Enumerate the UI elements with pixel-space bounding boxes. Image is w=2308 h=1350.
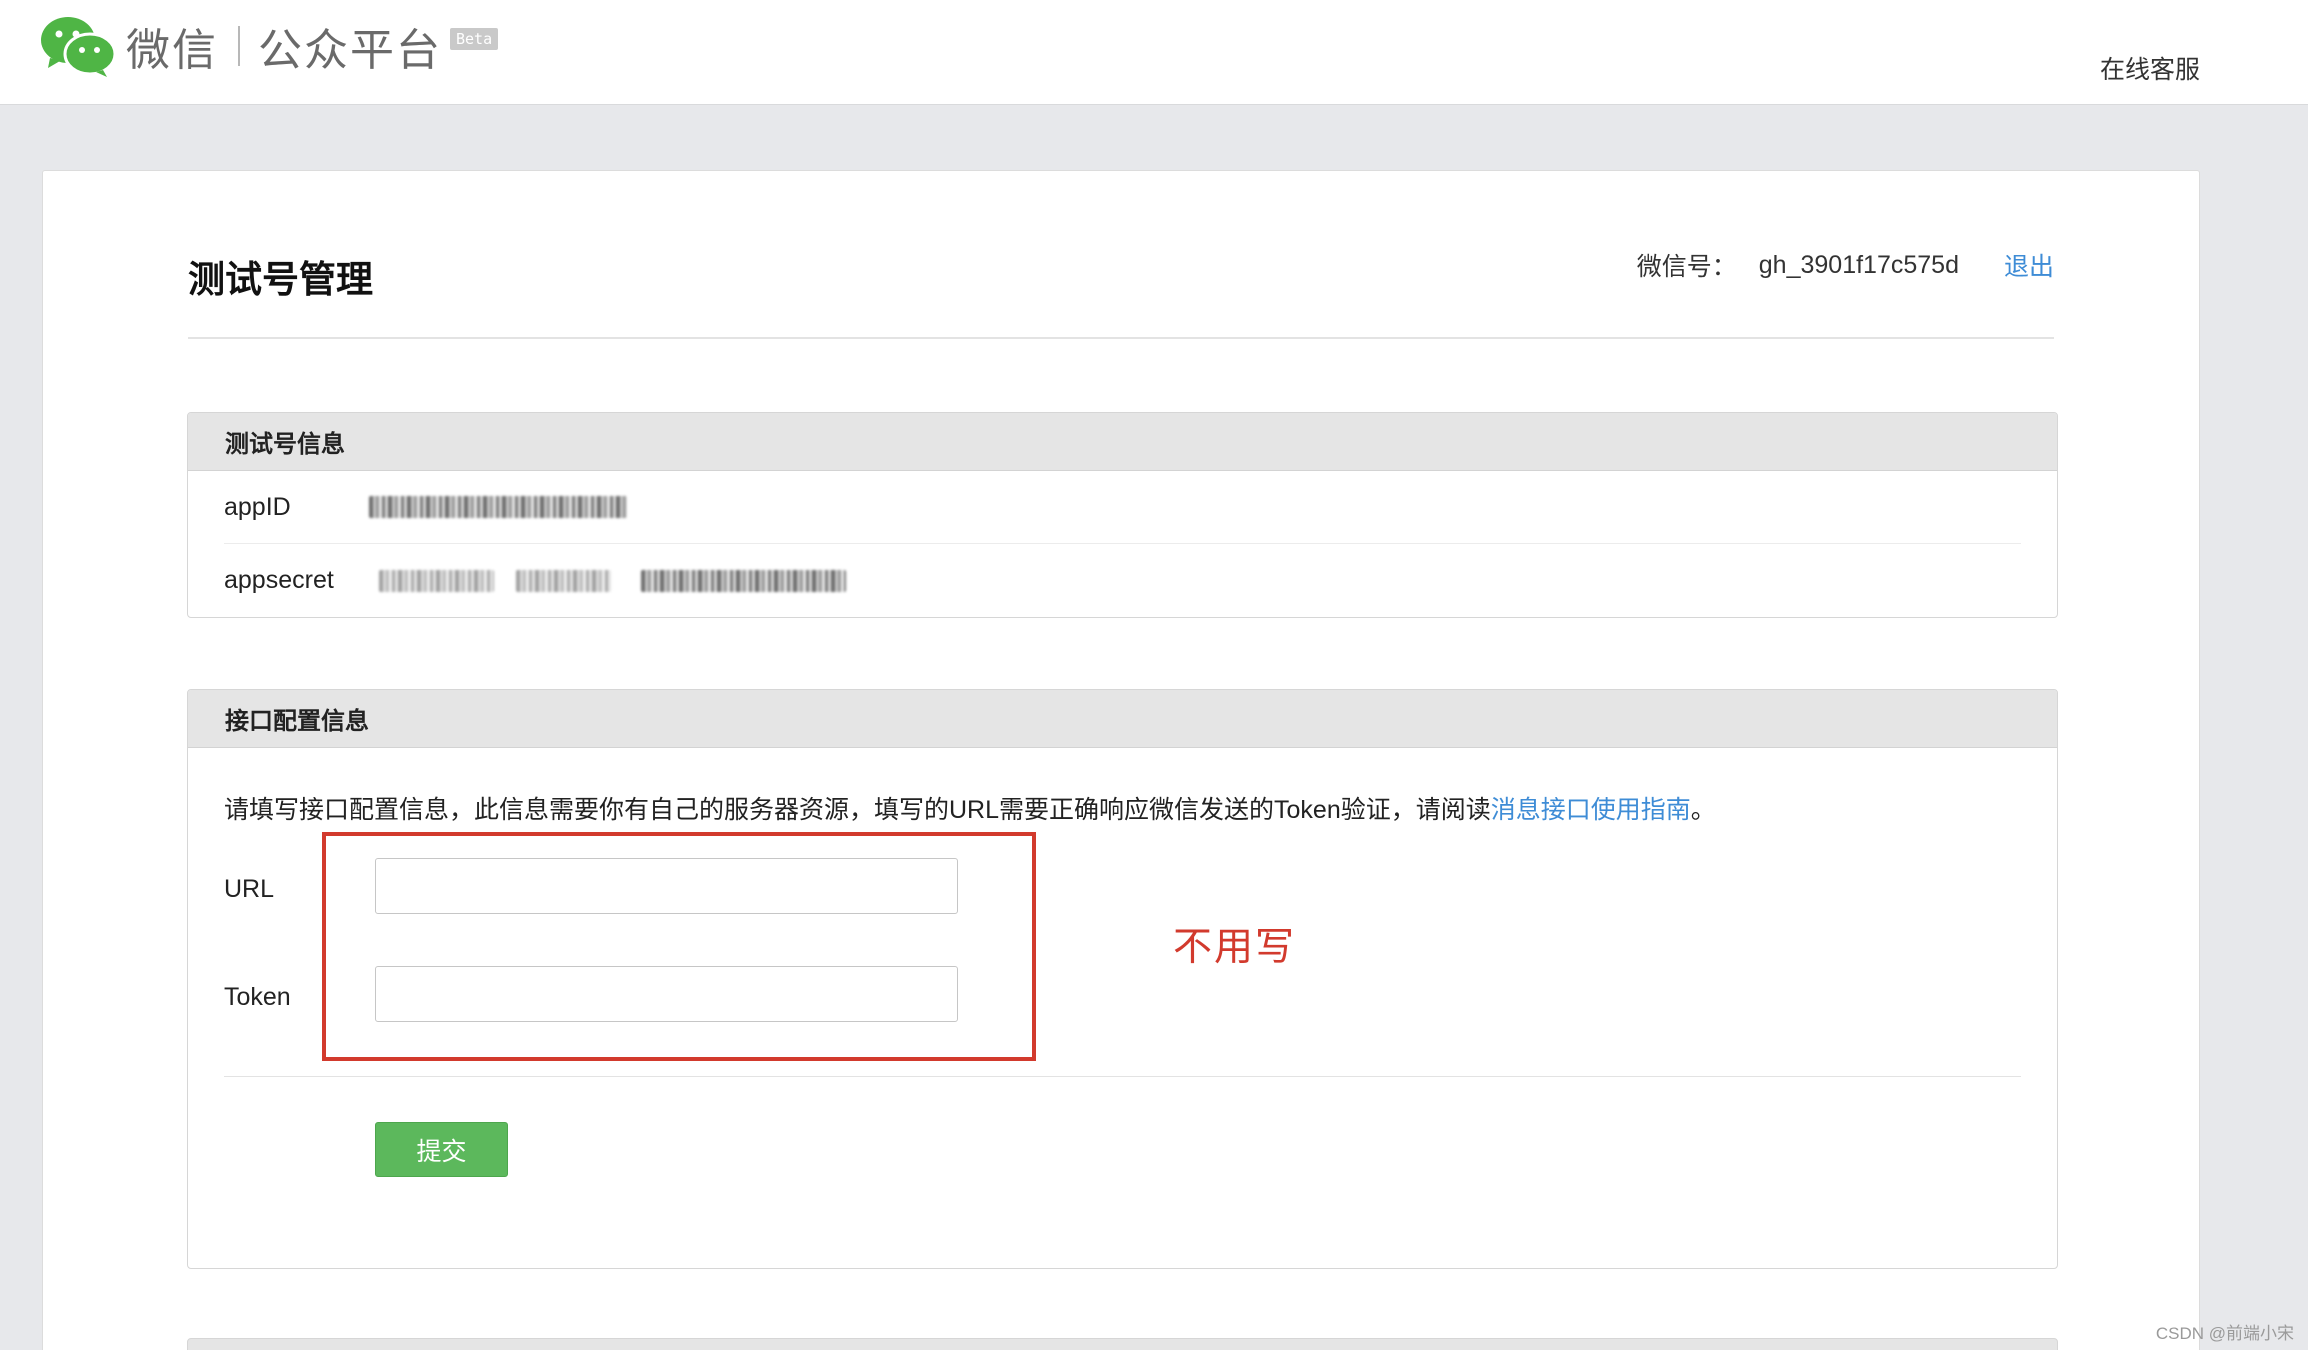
appsecret-value-redacted-1: [379, 569, 494, 592]
page-title: 测试号管理: [188, 259, 373, 300]
title-divider: [188, 337, 2054, 339]
interface-config-panel: 接口配置信息 请填写接口配置信息，此信息需要你有自己的服务器资源，填写的URL需…: [187, 689, 2058, 1269]
main-card: 测试号管理 微信号： gh_3901f17c575d 退出 测试号信息 appI…: [42, 170, 2200, 1350]
annotation-highlight-box: [322, 832, 1036, 1061]
online-service-link[interactable]: 在线客服: [2100, 50, 2200, 86]
message-guide-link[interactable]: 消息接口使用指南: [1491, 796, 1691, 824]
annotation-note: 不用写: [1173, 926, 1297, 969]
url-label: URL: [224, 875, 275, 903]
account-id: gh_3901f17c575d: [1758, 250, 1959, 279]
description-end: 。: [1690, 796, 1716, 824]
appsecret-value-redacted-3: [641, 569, 846, 592]
account-label: 微信号：: [1636, 253, 1737, 281]
test-info-panel: 测试号信息 appID appsecret: [187, 412, 2058, 618]
interface-config-heading: 接口配置信息: [188, 690, 2057, 748]
wechat-logo[interactable]: 微信 公众平台 Beta: [40, 14, 499, 78]
token-label: Token: [224, 983, 291, 1011]
watermark: CSDN @前端小宋: [2155, 1324, 2294, 1343]
account-info: 微信号： gh_3901f17c575d 退出: [1637, 247, 2054, 283]
info-row-appid: appID: [224, 471, 2021, 544]
appsecret-label: appsecret: [224, 566, 334, 594]
appsecret-value-redacted-2: [516, 569, 611, 592]
form-divider: [224, 1076, 2021, 1077]
info-row-appsecret: appsecret: [224, 544, 2021, 617]
test-info-heading: 测试号信息: [188, 413, 2057, 471]
appid-label: appID: [224, 492, 291, 521]
logo-text-wechat: 微信: [126, 26, 218, 75]
submit-button[interactable]: 提交: [375, 1122, 508, 1177]
logo-divider: [238, 26, 240, 66]
logout-link[interactable]: 退出: [2004, 247, 2054, 283]
top-bar: 微信 公众平台 Beta 在线客服: [0, 0, 2308, 105]
interface-config-description: 请填写接口配置信息，此信息需要你有自己的服务器资源，填写的URL需要正确响应微信…: [224, 790, 1716, 826]
description-text: 请填写接口配置信息，此信息需要你有自己的服务器资源，填写的URL需要正确响应微信…: [224, 796, 1491, 824]
beta-badge: Beta: [450, 28, 499, 50]
logo-text-platform: 公众平台: [258, 26, 442, 75]
appid-value-redacted: [369, 496, 627, 518]
next-panel-header: [187, 1338, 2058, 1350]
wechat-icon: [41, 17, 116, 77]
